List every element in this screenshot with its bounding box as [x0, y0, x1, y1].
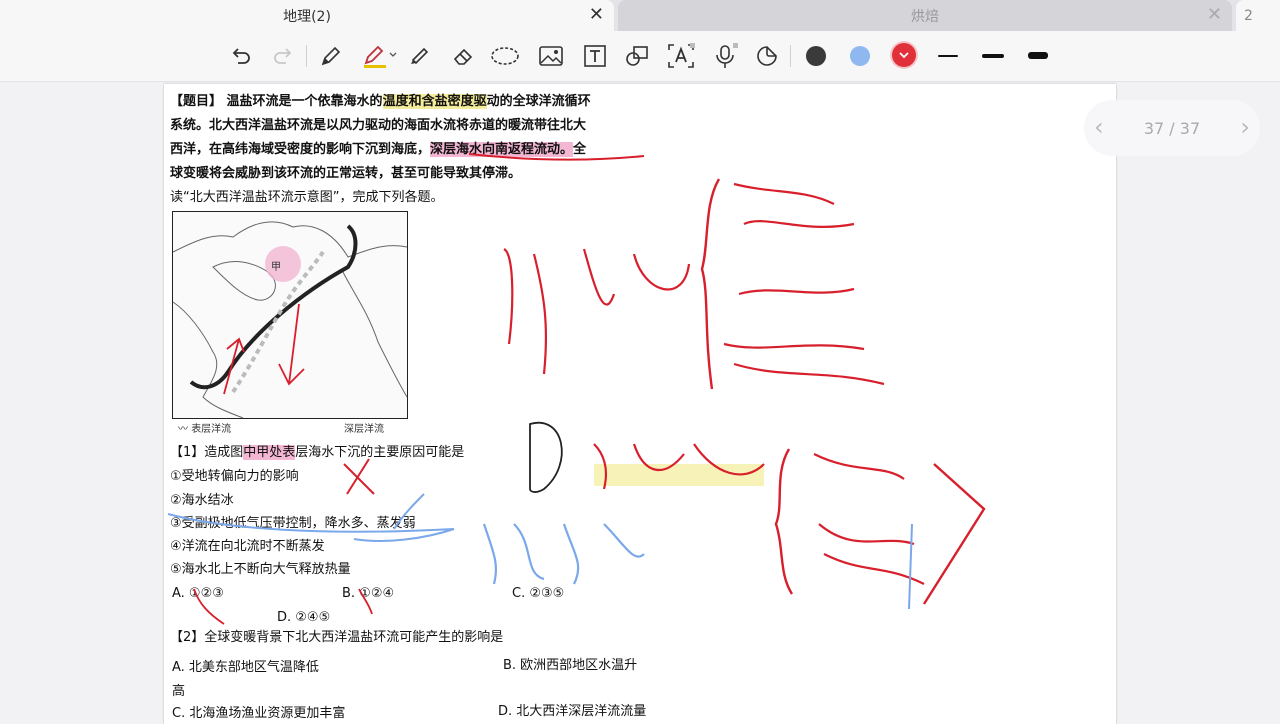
text: 温盐环流是一个依靠海水的 — [226, 94, 383, 109]
question-line-3: 西洋，在高纬海域受密度的影响下沉到海底，深层海水向南返程流动。全 — [170, 138, 586, 162]
legend-surface: 〰 表层洋流 — [178, 424, 232, 435]
option-1: ①受地转偏向力的影响 — [170, 469, 299, 484]
question-line-2: 系统。北大西洋温盐环流是以风力驱动的海面水流将赤道的暖流带往北大 — [170, 118, 587, 133]
option-3: ③受副极地低气压带控制，降水多、蒸发弱 — [170, 516, 416, 531]
tab-bar: 地理(2) ✕ 烘焙 ✕ 2 — [0, 0, 1280, 31]
text: 动的全球洋流循环 — [486, 94, 591, 109]
close-icon[interactable]: ✕ — [1207, 5, 1222, 25]
chevron-down-icon — [899, 52, 909, 59]
tab-geography[interactable]: 地理(2) ✕ — [0, 0, 614, 31]
option-2: ②海水结冰 — [170, 493, 234, 508]
stroke-thin[interactable] — [938, 55, 958, 57]
text: 全 — [573, 142, 587, 157]
answer-a2: A. 北美东部地区气温降低 — [172, 660, 319, 675]
text: 西洋，在高纬海域受密度的影响下沉到海底， — [170, 142, 431, 157]
text-icon[interactable] — [580, 41, 610, 71]
answer-d2: D. 北大西洋深层洋流流量 — [498, 704, 647, 719]
answer-c1: C. ②③⑤ — [512, 586, 565, 601]
question-2: 【2】全球变暖背景下北大西洋温盐环流可能产生的影响是 — [170, 630, 504, 645]
legend-label: 表层洋流 — [191, 424, 232, 435]
close-icon[interactable]: ✕ — [589, 5, 604, 25]
undo-icon[interactable] — [226, 41, 256, 71]
microphone-icon[interactable] — [710, 41, 740, 71]
answer-b2: B. 欧洲西部地区水温升 — [503, 658, 638, 673]
text: 层海水下沉的主要原因可能是 — [295, 445, 465, 460]
answer-a1: A. ①②③ — [172, 586, 224, 601]
toolbar-divider — [790, 45, 791, 67]
ocr-text-icon[interactable] — [666, 41, 696, 71]
tab-label: 烘焙 — [911, 8, 939, 25]
map-label: 甲 — [271, 262, 281, 273]
answer-d1: D. ②④⑤ — [277, 610, 331, 625]
answer-c2: C. 北海渔场渔业资源更加丰富 — [172, 706, 346, 721]
legend-deep: 深层洋流 — [344, 420, 384, 435]
pen-icon[interactable] — [316, 41, 346, 71]
note-page[interactable]: 【题目】 温盐环流是一个依靠海水的温度和含盐密度驱动的全球洋流循环 系统。北大西… — [164, 84, 1116, 724]
stroke-medium[interactable] — [982, 54, 1004, 58]
answer-b2-cont: 高 — [172, 684, 186, 699]
text: 【1】造成图 — [170, 445, 244, 460]
highlight-text: 中甲处表 — [243, 445, 296, 460]
marker-icon[interactable] — [404, 41, 434, 71]
eraser-icon[interactable] — [448, 41, 478, 71]
redo-icon[interactable] — [268, 41, 298, 71]
toolbar — [0, 31, 1280, 82]
stroke-thick[interactable] — [1028, 52, 1048, 59]
color-blue-swatch[interactable] — [850, 46, 870, 66]
sticker-icon[interactable] — [752, 41, 782, 71]
page-counter: 37 / 37 — [1143, 118, 1201, 138]
chevron-right-icon[interactable]: › — [1240, 114, 1250, 140]
toolbar-divider — [306, 45, 307, 67]
page-navigator: ‹ 37 / 37 › — [1084, 100, 1260, 156]
tab-baking[interactable]: 烘焙 ✕ — [618, 0, 1232, 31]
option-4: ④洋流在向北流时不断蒸发 — [170, 539, 325, 554]
lasso-icon[interactable] — [490, 41, 520, 71]
question-line-4: 球变暖将会威胁到该环流的正常运转，甚至可能导致其停滞。 — [170, 166, 522, 181]
question-line-5: 读“北大西洋温盐环流示意图”，完成下列各题。 — [170, 190, 444, 205]
chevron-left-icon[interactable]: ‹ — [1094, 114, 1104, 140]
legend-label: 深层洋流 — [344, 424, 384, 435]
color-black-swatch[interactable] — [806, 46, 826, 66]
option-5: ⑤海水北上不断向大气释放热量 — [170, 562, 351, 577]
tab-label: 2 — [1244, 7, 1253, 24]
shape-icon[interactable] — [622, 41, 652, 71]
question-tag: 【题目】 — [170, 94, 223, 109]
highlight-text: 温度和含盐密度驱 — [382, 94, 487, 109]
tab-label: 地理(2) — [283, 8, 331, 25]
tab-2[interactable]: 2 — [1236, 0, 1280, 31]
image-icon[interactable] — [536, 41, 566, 71]
color-red-swatch[interactable] — [892, 43, 916, 67]
question-document: 【题目】 温盐环流是一个依靠海水的温度和含盐密度驱动的全球洋流循环 系统。北大西… — [164, 84, 672, 724]
question-line-1: 【题目】 温盐环流是一个依靠海水的温度和含盐密度驱动的全球洋流循环 — [170, 90, 591, 114]
ocean-current-map: 甲 — [172, 211, 408, 419]
question-1: 【1】造成图中甲处表层海水下沉的主要原因可能是 — [170, 441, 464, 465]
answer-b1: B. ①②④ — [342, 586, 395, 601]
highlighter-icon[interactable] — [360, 41, 400, 71]
highlight-text: 深层海水向南返程流动。 — [430, 142, 574, 157]
